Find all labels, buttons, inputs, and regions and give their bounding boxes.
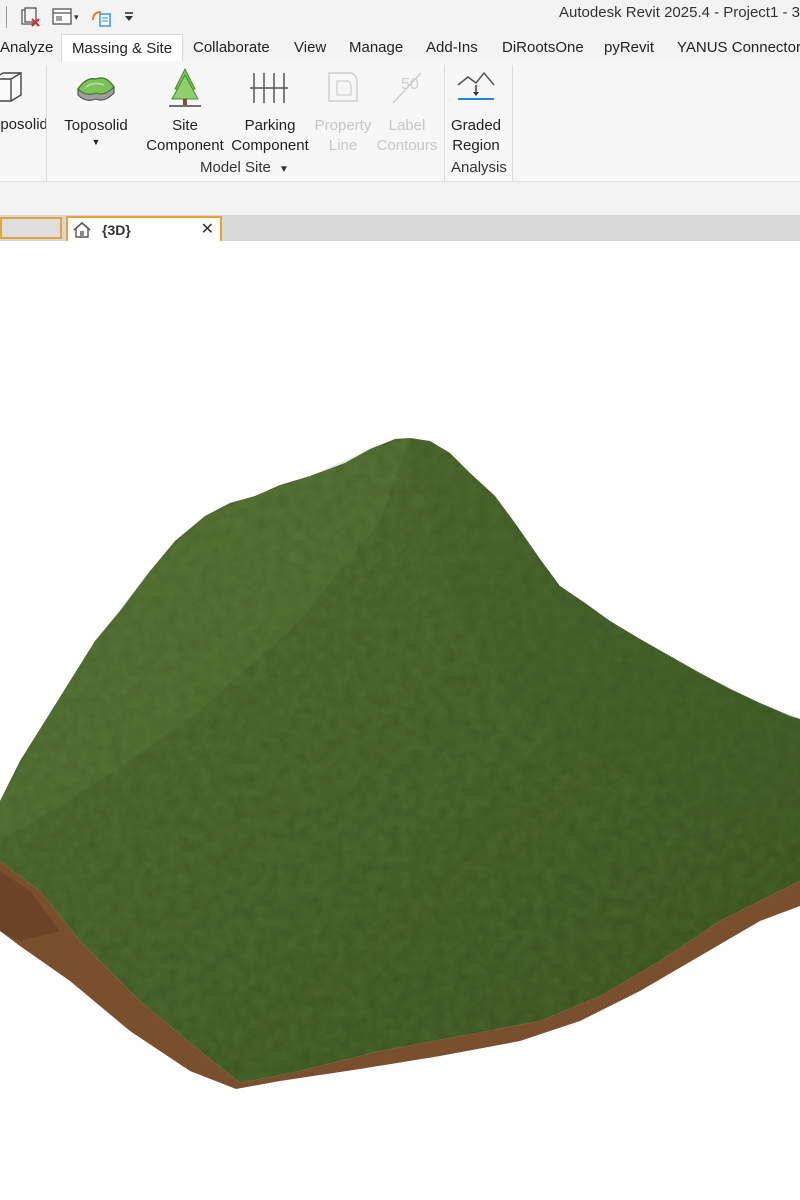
site-component-label-2: Component [146, 137, 224, 154]
tab-view[interactable]: View [294, 34, 326, 61]
graded-region-button[interactable]: Graded Region [446, 61, 506, 156]
site-component-button[interactable]: Site Component [145, 61, 225, 156]
tab-analyze[interactable]: Analyze [0, 34, 53, 61]
tab-add-ins[interactable]: Add-Ins [426, 34, 478, 61]
parking-component-label-1: Parking [244, 117, 296, 134]
toolbar-separator [6, 6, 7, 28]
view-tab-label: {3D} [102, 221, 131, 238]
box-icon [0, 61, 42, 113]
title-bar: ▾ Autodesk Revit 2025.4 - Project1 - 3 [0, 0, 800, 34]
label-contours-button[interactable]: 50 Label Contours [376, 61, 438, 156]
ribbon-panel: oposolid Toposolid ▼ Site Component [0, 61, 800, 182]
toposolid-partial-label: oposolid [0, 116, 48, 133]
sync-icon[interactable] [89, 6, 113, 28]
home-icon [72, 221, 92, 239]
3d-viewport[interactable] [0, 241, 800, 1200]
graded-region-label-2: Region [452, 137, 500, 154]
analysis-panel-label: Analysis [451, 159, 507, 176]
close-icon[interactable]: ✕ [201, 221, 214, 238]
tab-yanus-connector[interactable]: YANUS Connector [677, 34, 800, 61]
close-views-icon[interactable] [19, 6, 41, 28]
parking-component-button[interactable]: Parking Component [230, 61, 310, 156]
ribbon-tabs: Analyze Massing & Site Collaborate View … [0, 34, 800, 61]
chevron-down-icon[interactable]: ▾ [74, 12, 79, 23]
label-contours-label-2: Contours [376, 137, 438, 154]
property-line-button[interactable]: Property Line [312, 61, 374, 156]
graded-region-label-1: Graded [450, 117, 502, 134]
model-site-label-text: Model Site [200, 159, 271, 176]
site-component-label-1: Site [172, 117, 198, 134]
graded-region-icon [446, 61, 506, 113]
view-tab-inactive[interactable] [0, 217, 62, 239]
tab-dirootsone[interactable]: DiRootsOne [502, 34, 584, 61]
property-line-label-1: Property [314, 117, 372, 134]
view-tab-3d[interactable]: {3D} ✕ [66, 216, 222, 241]
label-contours-label-1: Label [388, 117, 426, 134]
panel-separator [46, 65, 47, 181]
quick-access-toolbar: ▾ [0, 4, 135, 30]
toposolid-terrain[interactable] [0, 241, 800, 1200]
panel-separator [512, 65, 513, 181]
property-line-icon [312, 61, 374, 113]
parking-icon [230, 61, 310, 113]
tab-massing-site[interactable]: Massing & Site [61, 34, 184, 61]
model-site-panel-label[interactable]: Model Site ▼ [200, 159, 289, 176]
property-line-label-2: Line [328, 137, 358, 154]
label-contours-icon: 50 [376, 61, 438, 113]
tab-pyrevit[interactable]: pyRevit [604, 34, 654, 61]
chevron-down-icon[interactable]: ▼ [279, 164, 289, 175]
parking-component-label-2: Component [231, 137, 309, 154]
panel-separator [444, 65, 445, 181]
tab-manage[interactable]: Manage [349, 34, 403, 61]
app-title: Autodesk Revit 2025.4 - Project1 - 3 [559, 4, 800, 21]
customize-caret-icon[interactable] [123, 10, 135, 24]
toposolid-label: Toposolid [64, 117, 128, 134]
tree-icon [145, 61, 225, 113]
toposolid-button[interactable]: Toposolid ▼ [60, 61, 132, 148]
toposolid-partial-button[interactable]: oposolid [0, 61, 48, 135]
switch-windows-icon[interactable]: ▾ [51, 6, 79, 28]
toposolid-icon [60, 61, 132, 113]
view-tabs-bar: {3D} ✕ [0, 215, 800, 241]
tab-collaborate[interactable]: Collaborate [193, 34, 270, 61]
options-bar [0, 182, 800, 215]
chevron-down-icon[interactable]: ▼ [60, 136, 132, 148]
